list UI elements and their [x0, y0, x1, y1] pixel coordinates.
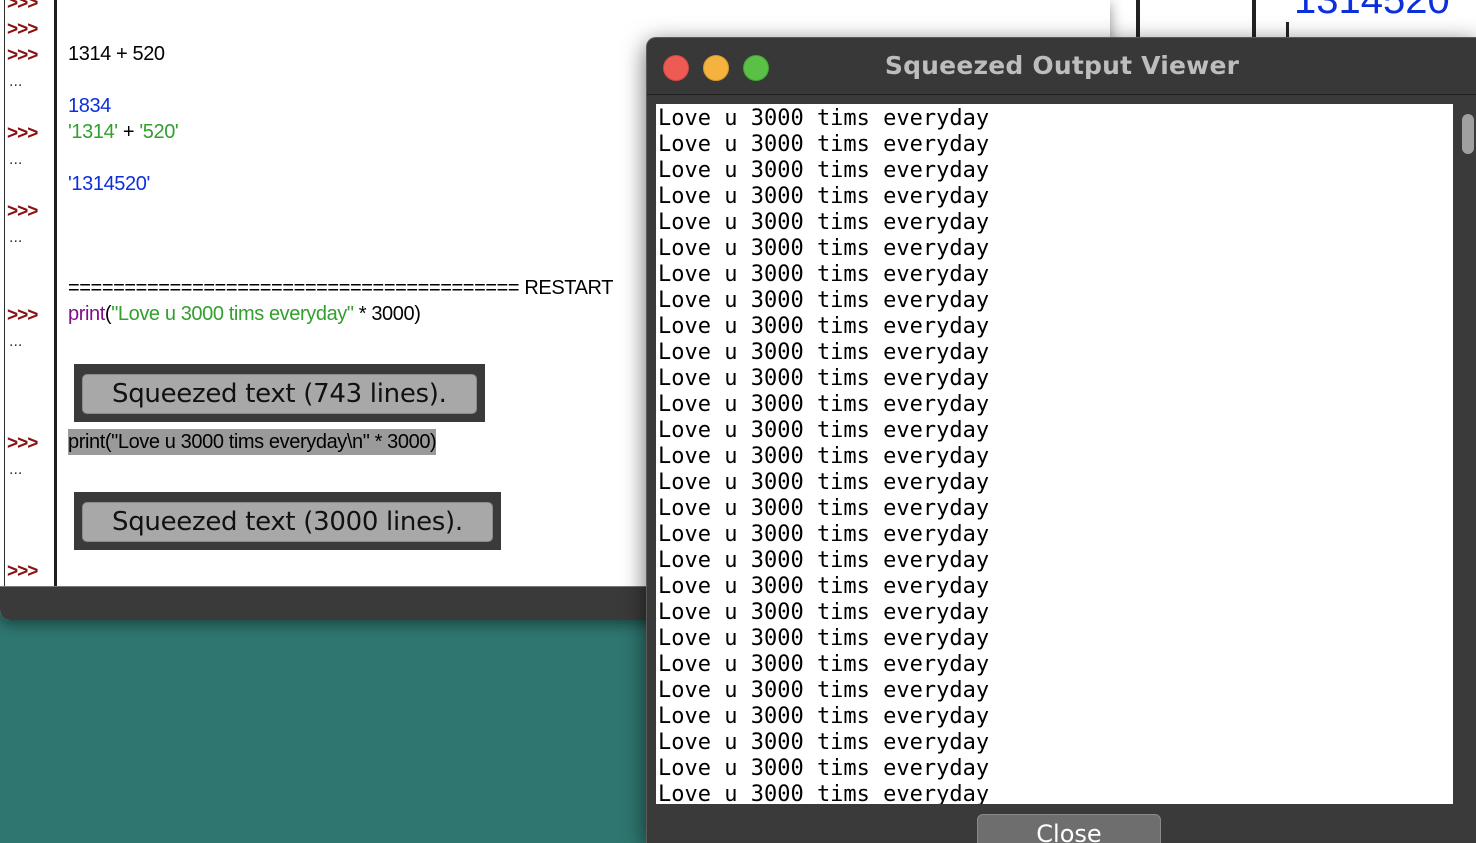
viewer-output-line: Love u 3000 tims everyday	[658, 626, 990, 651]
background-window-text: 1314520	[1294, 0, 1450, 22]
shell-prompt: >>>	[7, 201, 38, 222]
viewer-output-line: Love u 3000 tims everyday	[658, 678, 990, 703]
shell-input-line[interactable]: print("Love u 3000 tims everyday" * 3000…	[68, 301, 421, 327]
restart-separator: ========================================…	[68, 277, 614, 299]
squeezed-text-frame: Squeezed text (743 lines).	[74, 364, 485, 422]
viewer-output-line: Love u 3000 tims everyday	[658, 366, 990, 391]
shell-output-line: 1834	[68, 95, 111, 117]
squeezed-text-button-3000[interactable]: Squeezed text (3000 lines).	[82, 502, 493, 542]
viewer-output-line: Love u 3000 tims everyday	[658, 392, 990, 417]
viewer-output-line: Love u 3000 tims everyday	[658, 782, 990, 804]
viewer-output-line: Love u 3000 tims everyday	[658, 574, 990, 599]
viewer-output-line: Love u 3000 tims everyday	[658, 262, 990, 287]
shell-prompt: >>>	[7, 561, 38, 582]
viewer-output-line: Love u 3000 tims everyday	[658, 236, 990, 261]
shell-prompt: >>>	[7, 45, 38, 66]
shell-prompt: >>>	[7, 19, 38, 40]
viewer-output-line: Love u 3000 tims everyday	[658, 340, 990, 365]
string-literal: '1314'	[68, 121, 118, 143]
string-literal: '520'	[139, 121, 179, 143]
string-literal: "Love u 3000 tims everyday"	[111, 303, 354, 325]
scrollbar-thumb[interactable]	[1462, 114, 1474, 154]
viewer-output-line: Love u 3000 tims everyday	[658, 756, 990, 781]
viewer-output-line: Love u 3000 tims everyday	[658, 730, 990, 755]
viewer-output-line: Love u 3000 tims everyday	[658, 548, 990, 573]
viewer-lines: Love u 3000 tims everyday Love u 3000 tim…	[658, 106, 989, 804]
viewer-output-line: Love u 3000 tims everyday	[658, 522, 990, 547]
viewer-output-line: Love u 3000 tims everyday	[658, 132, 990, 157]
shell-prompt: >>>	[7, 305, 38, 326]
viewer-output-line: Love u 3000 tims everyday	[658, 106, 990, 131]
background-window: 1314520	[1096, 0, 1476, 40]
gutter-divider	[54, 0, 57, 586]
continuation-marker: ...	[9, 333, 23, 350]
viewer-output-line: Love u 3000 tims everyday	[658, 210, 990, 235]
shell-output-line: '1314520'	[68, 173, 150, 195]
viewer-output-line: Love u 3000 tims everyday	[658, 496, 990, 521]
shell-prompt: >>>	[7, 0, 38, 14]
viewer-output-line: Love u 3000 tims everyday	[658, 444, 990, 469]
builtin-function: print	[68, 303, 105, 325]
continuation-marker: ...	[9, 151, 23, 168]
viewer-title: Squeezed Output Viewer	[884, 51, 1240, 80]
continuation-marker: ...	[9, 461, 23, 478]
viewer-titlebar[interactable]: Squeezed Output Viewer	[647, 38, 1476, 95]
operator: +	[117, 121, 140, 143]
close-button[interactable]: Close	[977, 814, 1161, 843]
shell-prompt: >>>	[7, 123, 38, 144]
viewer-output-line: Love u 3000 tims everyday	[658, 314, 990, 339]
viewer-text-area[interactable]: Love u 3000 tims everyday Love u 3000 tim…	[656, 104, 1453, 804]
shell-input-line[interactable]: '1314' + '520'	[68, 119, 179, 145]
viewer-output-line: Love u 3000 tims everyday	[658, 600, 990, 625]
shell-prompt: >>>	[7, 433, 38, 454]
shell-input-line-selected[interactable]: print("Love u 3000 tims everyday\n" * 30…	[68, 429, 437, 455]
background-window-divider	[1252, 0, 1256, 40]
viewer-output-line: Love u 3000 tims everyday	[658, 184, 990, 209]
squeezed-output-viewer-window[interactable]: Squeezed Output Viewer Love u 3000 tims …	[646, 37, 1476, 843]
squeezed-text-frame: Squeezed text (3000 lines).	[74, 492, 501, 550]
shell-input-line[interactable]: 1314 + 520	[68, 41, 165, 67]
viewer-output-line: Love u 3000 tims everyday	[658, 158, 990, 183]
continuation-marker: ...	[9, 229, 23, 246]
viewer-scrollbar[interactable]	[1459, 104, 1476, 804]
viewer-output-line: Love u 3000 tims everyday	[658, 652, 990, 677]
viewer-output-line: Love u 3000 tims everyday	[658, 418, 990, 443]
viewer-output-line: Love u 3000 tims everyday	[658, 288, 990, 313]
squeezed-text-button-743[interactable]: Squeezed text (743 lines).	[82, 374, 477, 414]
viewer-output-line: Love u 3000 tims everyday	[658, 704, 990, 729]
viewer-output-line: Love u 3000 tims everyday	[658, 470, 990, 495]
background-window-divider	[1136, 0, 1140, 40]
continuation-marker: ...	[9, 73, 23, 90]
expression-rest: * 3000)	[353, 303, 421, 325]
